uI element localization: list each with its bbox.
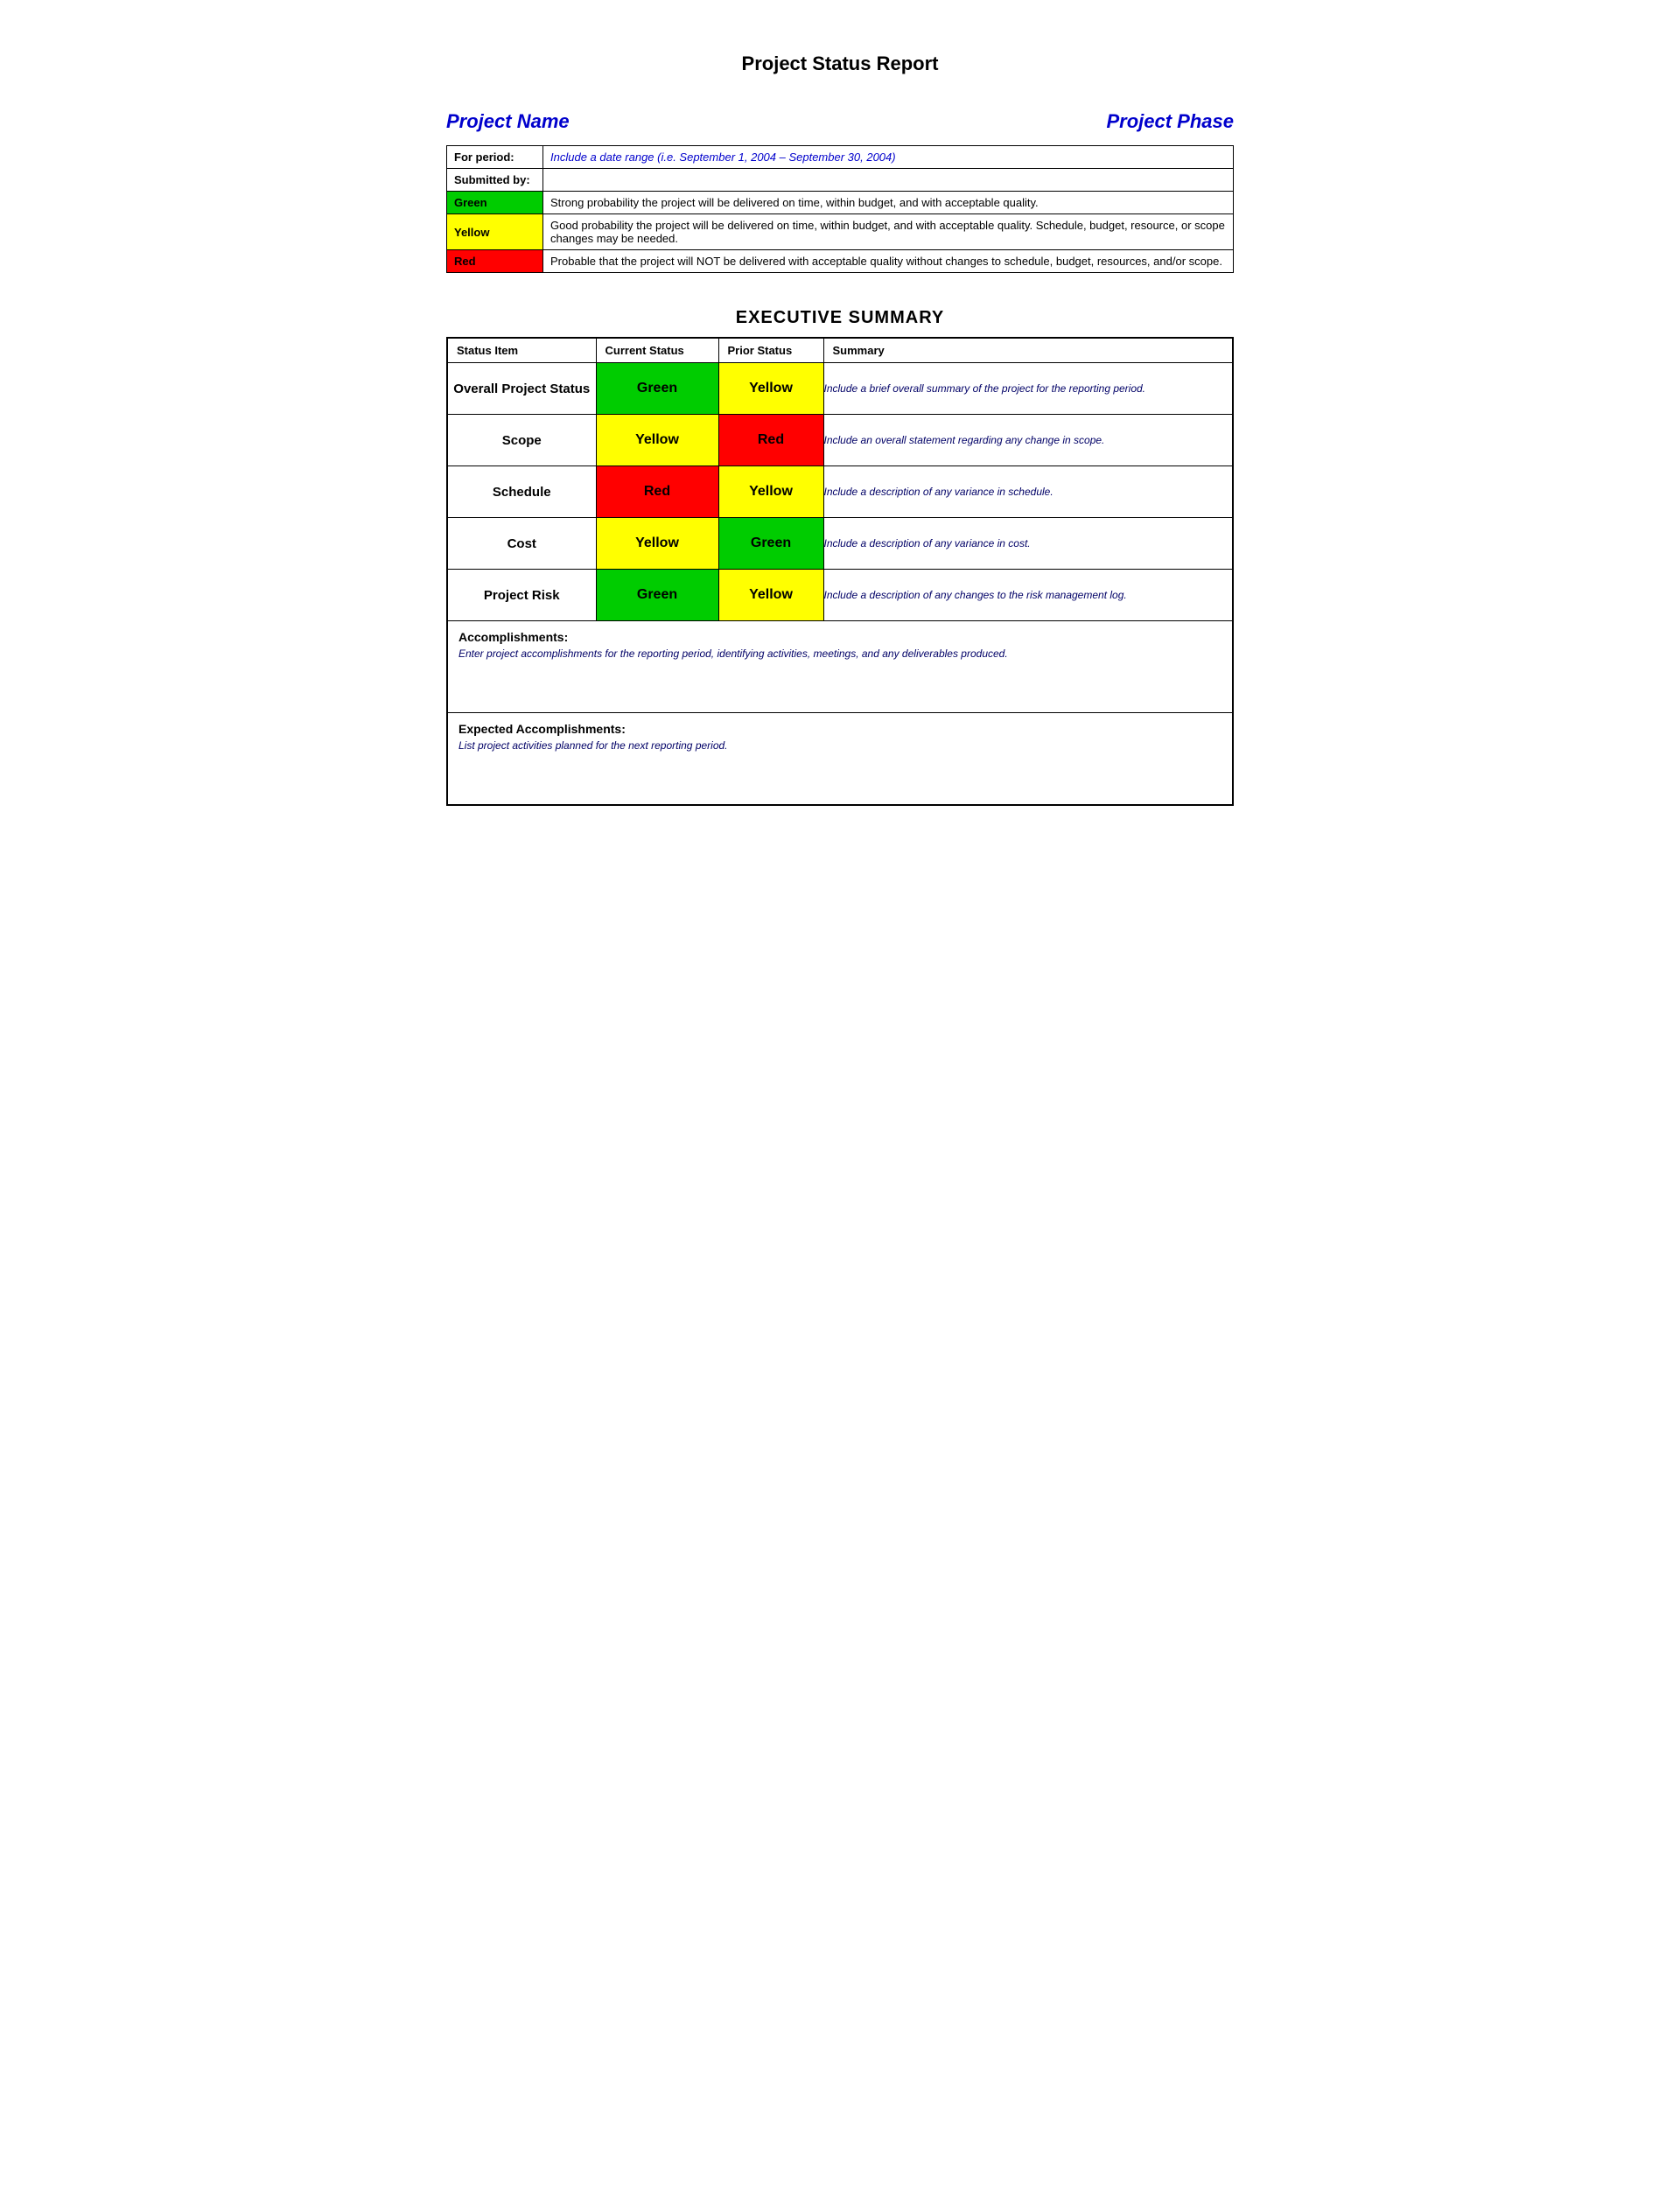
- current-status-4: Green: [596, 570, 718, 621]
- status-item-2: Schedule: [447, 466, 596, 518]
- status-item-0: Overall Project Status: [447, 363, 596, 415]
- col-current-status: Current Status: [596, 338, 718, 363]
- prior-status-3: Green: [718, 518, 823, 570]
- col-status-item: Status Item: [447, 338, 596, 363]
- table-row: Overall Project Status Green Yellow Incl…: [447, 363, 1233, 415]
- prior-status-1: Red: [718, 415, 823, 466]
- current-status-badge-1: Yellow: [597, 415, 718, 466]
- prior-status-badge-1: Red: [719, 415, 823, 466]
- current-status-0: Green: [596, 363, 718, 415]
- project-phase-label: Project Phase: [1106, 110, 1234, 133]
- header-row: Project Name Project Phase: [446, 110, 1234, 133]
- summary-cell-3: Include a description of any variance in…: [823, 518, 1233, 570]
- submitted-by-row: Submitted by:: [447, 169, 1234, 192]
- expected-accomplishments-row: Expected Accomplishments: List project a…: [447, 713, 1233, 806]
- current-status-2: Red: [596, 466, 718, 518]
- status-item-1: Scope: [447, 415, 596, 466]
- table-row: Schedule Red Yellow Include a descriptio…: [447, 466, 1233, 518]
- prior-status-badge-0: Yellow: [719, 363, 823, 414]
- red-status-label: Red: [447, 250, 543, 273]
- prior-status-badge-2: Yellow: [719, 466, 823, 517]
- project-name-label: Project Name: [446, 110, 570, 133]
- status-item-4: Project Risk: [447, 570, 596, 621]
- status-yellow-row: Yellow Good probability the project will…: [447, 214, 1234, 250]
- current-status-badge-2: Red: [597, 466, 718, 517]
- submitted-by-label: Submitted by:: [447, 169, 543, 192]
- for-period-value: Include a date range (i.e. September 1, …: [543, 146, 1234, 169]
- expected-text: List project activities planned for the …: [458, 739, 1222, 752]
- yellow-status-label: Yellow: [447, 214, 543, 250]
- current-status-1: Yellow: [596, 415, 718, 466]
- status-item-3: Cost: [447, 518, 596, 570]
- info-table: For period: Include a date range (i.e. S…: [446, 145, 1234, 273]
- col-summary: Summary: [823, 338, 1233, 363]
- status-green-row: Green Strong probability the project wil…: [447, 192, 1234, 214]
- executive-summary-title: EXECUTIVE SUMMARY: [446, 308, 1234, 328]
- prior-status-4: Yellow: [718, 570, 823, 621]
- prior-status-badge-3: Green: [719, 518, 823, 569]
- current-status-badge-3: Yellow: [597, 518, 718, 569]
- yellow-status-desc: Good probability the project will be del…: [543, 214, 1234, 250]
- current-status-badge-0: Green: [597, 363, 718, 414]
- prior-status-badge-4: Yellow: [719, 570, 823, 620]
- submitted-by-value: [543, 169, 1234, 192]
- col-prior-status: Prior Status: [718, 338, 823, 363]
- expected-accomplishments-cell: Expected Accomplishments: List project a…: [447, 713, 1233, 806]
- current-status-badge-4: Green: [597, 570, 718, 620]
- summary-cell-2: Include a description of any variance in…: [823, 466, 1233, 518]
- table-row: Scope Yellow Red Include an overall stat…: [447, 415, 1233, 466]
- table-row: Project Risk Green Yellow Include a desc…: [447, 570, 1233, 621]
- executive-summary-table: Status Item Current Status Prior Status …: [446, 337, 1234, 806]
- page-title: Project Status Report: [446, 52, 1234, 75]
- table-header-row: Status Item Current Status Prior Status …: [447, 338, 1233, 363]
- red-status-desc: Probable that the project will NOT be de…: [543, 250, 1234, 273]
- summary-cell-4: Include a description of any changes to …: [823, 570, 1233, 621]
- accomplishments-text: Enter project accomplishments for the re…: [458, 648, 1222, 660]
- green-status-label: Green: [447, 192, 543, 214]
- accomplishments-row: Accomplishments: Enter project accomplis…: [447, 621, 1233, 713]
- table-row: Cost Yellow Green Include a description …: [447, 518, 1233, 570]
- accomplishments-label: Accomplishments:: [458, 630, 1222, 644]
- summary-cell-1: Include an overall statement regarding a…: [823, 415, 1233, 466]
- expected-label: Expected Accomplishments:: [458, 722, 1222, 736]
- for-period-row: For period: Include a date range (i.e. S…: [447, 146, 1234, 169]
- status-red-row: Red Probable that the project will NOT b…: [447, 250, 1234, 273]
- for-period-label: For period:: [447, 146, 543, 169]
- prior-status-2: Yellow: [718, 466, 823, 518]
- page-container: Project Status Report Project Name Proje…: [446, 52, 1234, 806]
- green-status-desc: Strong probability the project will be d…: [543, 192, 1234, 214]
- prior-status-0: Yellow: [718, 363, 823, 415]
- current-status-3: Yellow: [596, 518, 718, 570]
- accomplishments-cell: Accomplishments: Enter project accomplis…: [447, 621, 1233, 713]
- summary-cell-0: Include a brief overall summary of the p…: [823, 363, 1233, 415]
